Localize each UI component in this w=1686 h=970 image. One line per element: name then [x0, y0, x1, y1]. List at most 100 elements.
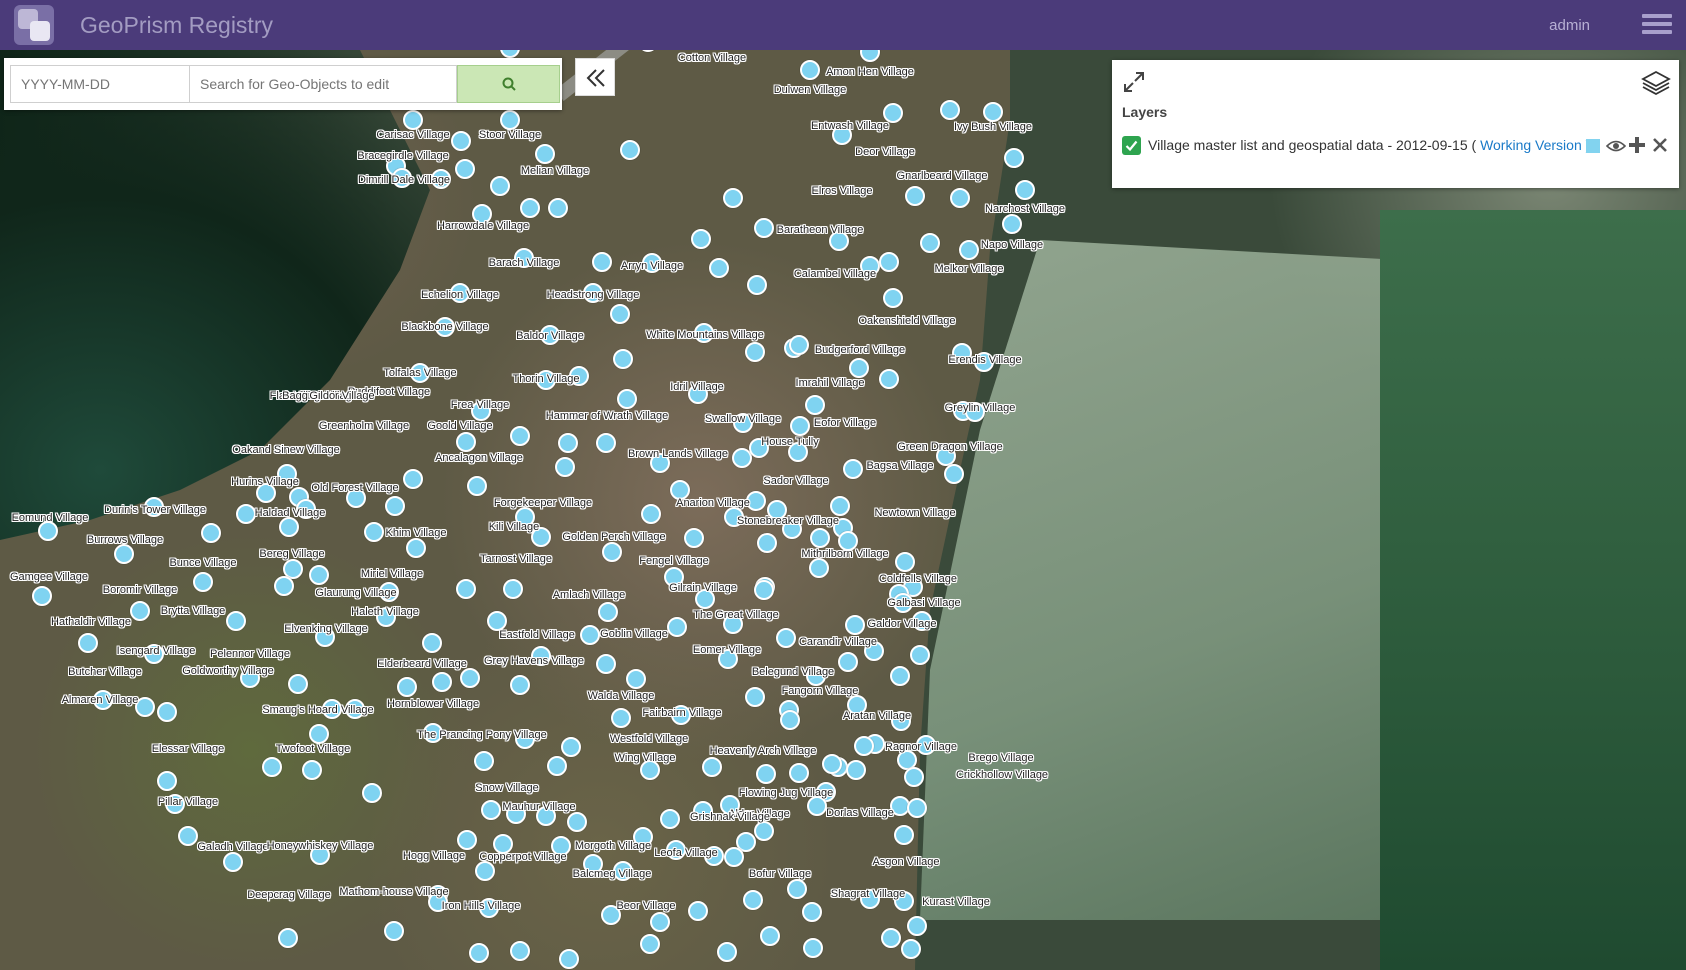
village-marker[interactable]: [456, 432, 476, 452]
village-marker[interactable]: [822, 754, 842, 774]
village-marker[interactable]: [536, 806, 556, 826]
village-marker[interactable]: [551, 836, 571, 856]
village-marker[interactable]: [490, 176, 510, 196]
search-button[interactable]: [457, 65, 560, 103]
village-marker[interactable]: [406, 538, 426, 558]
village-marker[interactable]: [379, 582, 399, 602]
village-marker[interactable]: [474, 751, 494, 771]
village-marker[interactable]: [959, 240, 979, 260]
village-marker[interactable]: [569, 366, 589, 386]
village-marker[interactable]: [910, 645, 930, 665]
village-marker[interactable]: [746, 491, 766, 511]
village-marker[interactable]: [561, 737, 581, 757]
village-marker[interactable]: [671, 705, 691, 725]
village-marker[interactable]: [547, 756, 567, 776]
village-marker[interactable]: [1002, 214, 1022, 234]
village-marker[interactable]: [262, 757, 282, 777]
village-marker[interactable]: [720, 795, 740, 815]
village-marker[interactable]: [830, 496, 850, 516]
village-marker[interactable]: [691, 229, 711, 249]
village-marker[interactable]: [376, 607, 396, 627]
village-marker[interactable]: [385, 496, 405, 516]
village-marker[interactable]: [583, 283, 603, 303]
close-icon[interactable]: [1652, 137, 1668, 153]
village-marker[interactable]: [559, 949, 579, 969]
village-marker[interactable]: [144, 644, 164, 664]
village-marker[interactable]: [950, 188, 970, 208]
village-marker[interactable]: [854, 736, 874, 756]
village-marker[interactable]: [432, 672, 452, 692]
village-marker[interactable]: [503, 579, 523, 599]
village-marker[interactable]: [201, 523, 221, 543]
village-marker[interactable]: [745, 687, 765, 707]
village-marker[interactable]: [626, 669, 646, 689]
village-marker[interactable]: [428, 892, 448, 912]
village-marker[interactable]: [193, 572, 213, 592]
village-marker[interactable]: [515, 729, 535, 749]
village-marker[interactable]: [743, 890, 763, 910]
expand-icon[interactable]: [1122, 70, 1146, 94]
layer-visibility-checkbox[interactable]: [1122, 136, 1141, 155]
village-marker[interactable]: [296, 499, 316, 519]
village-marker[interactable]: [457, 830, 477, 850]
village-marker[interactable]: [256, 483, 276, 503]
village-marker[interactable]: [157, 702, 177, 722]
village-marker[interactable]: [510, 941, 530, 961]
village-marker[interactable]: [510, 675, 530, 695]
village-marker[interactable]: [806, 666, 826, 686]
village-marker[interactable]: [883, 103, 903, 123]
village-marker[interactable]: [684, 528, 704, 548]
village-marker[interactable]: [718, 649, 738, 669]
village-marker[interactable]: [392, 168, 412, 188]
village-marker[interactable]: [907, 916, 927, 936]
village-marker[interactable]: [397, 677, 417, 697]
village-marker[interactable]: [974, 352, 994, 372]
village-marker[interactable]: [288, 674, 308, 694]
village-marker[interactable]: [790, 416, 810, 436]
village-marker[interactable]: [384, 921, 404, 941]
village-marker[interactable]: [747, 275, 767, 295]
village-marker[interactable]: [843, 459, 863, 479]
village-marker[interactable]: [520, 198, 540, 218]
village-marker[interactable]: [610, 304, 630, 324]
village-marker[interactable]: [506, 804, 526, 824]
village-marker[interactable]: [717, 942, 737, 962]
village-marker[interactable]: [754, 580, 774, 600]
village-marker[interactable]: [613, 349, 633, 369]
village-marker[interactable]: [493, 834, 513, 854]
village-marker[interactable]: [904, 767, 924, 787]
working-version-link[interactable]: Working Version: [1480, 137, 1582, 153]
village-marker[interactable]: [309, 724, 329, 744]
village-marker[interactable]: [894, 891, 914, 911]
village-marker[interactable]: [240, 668, 260, 688]
village-marker[interactable]: [236, 504, 256, 524]
village-marker[interactable]: [664, 567, 684, 587]
village-marker[interactable]: [983, 102, 1003, 122]
village-marker[interactable]: [749, 438, 769, 458]
village-marker[interactable]: [555, 457, 575, 477]
village-marker[interactable]: [789, 763, 809, 783]
village-marker[interactable]: [540, 325, 560, 345]
village-marker[interactable]: [849, 358, 869, 378]
village-marker[interactable]: [598, 602, 618, 622]
village-marker[interactable]: [423, 723, 443, 743]
village-marker[interactable]: [165, 794, 185, 814]
village-marker[interactable]: [114, 544, 134, 564]
village-marker[interactable]: [274, 576, 294, 596]
village-marker[interactable]: [515, 507, 535, 527]
village-marker[interactable]: [745, 342, 765, 362]
app-logo[interactable]: [14, 5, 54, 45]
village-marker[interactable]: [660, 809, 680, 829]
collapse-panel-button[interactable]: [575, 58, 615, 96]
village-marker[interactable]: [78, 633, 98, 653]
village-marker[interactable]: [650, 453, 670, 473]
village-marker[interactable]: [611, 708, 631, 728]
village-marker[interactable]: [531, 527, 551, 547]
village-marker[interactable]: [601, 905, 621, 925]
village-marker[interactable]: [531, 646, 551, 666]
eye-icon[interactable]: [1606, 137, 1626, 155]
village-marker[interactable]: [277, 464, 297, 484]
village-marker[interactable]: [640, 934, 660, 954]
village-marker[interactable]: [895, 552, 915, 572]
village-marker[interactable]: [310, 845, 330, 865]
